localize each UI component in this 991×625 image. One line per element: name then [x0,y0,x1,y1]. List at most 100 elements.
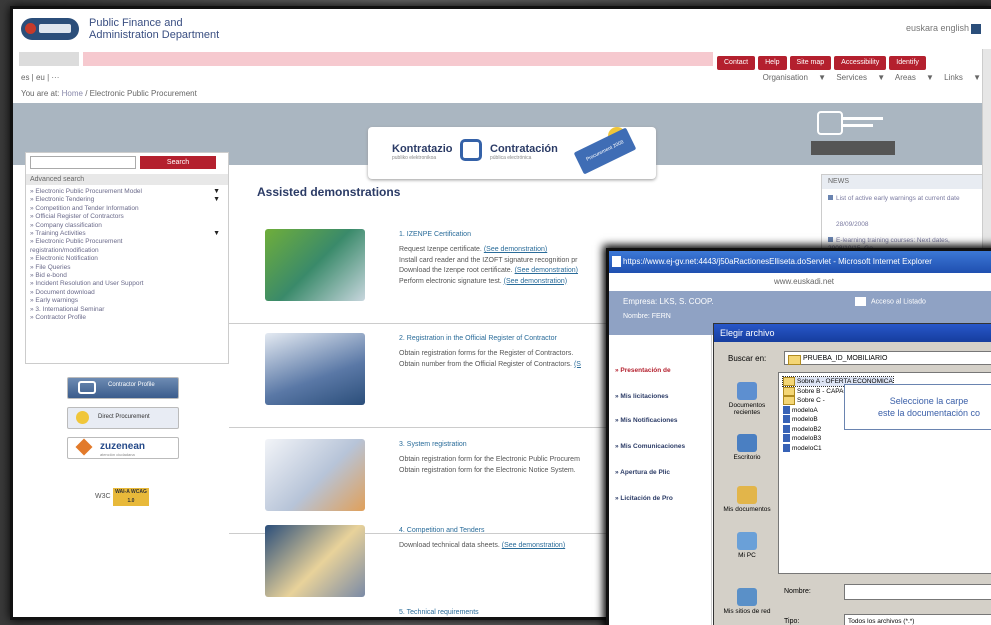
sidebar-item[interactable]: » File Queries [30,264,224,272]
demo-link[interactable]: (See demonstration) [502,542,565,549]
section-menus[interactable]: Organisation ▼ Services ▼ Areas ▼ Links … [763,73,981,82]
sidebar-search-button[interactable]: Search [140,156,216,169]
news-item-text[interactable]: List of active early warnings at current… [836,195,960,202]
file-name[interactable]: modeloB2 [792,426,821,433]
nav-button-accessibility[interactable]: Accessibility [834,56,887,70]
sidebar-item[interactable]: » Contractor Profile [30,314,224,322]
sidebar-item-label[interactable]: » Electronic Public Procurement Model [30,188,142,195]
demo-title[interactable]: 2. Registration in the Official Register… [399,335,557,342]
sidebar-item-label[interactable]: » Incident Resolution and User Support [30,280,143,287]
place-4[interactable]: Mis sitios de red [718,588,776,615]
sidebar-item[interactable]: » Electronic Tendering ▼ [30,196,224,204]
chevron-down-icon[interactable]: ▼ [213,188,220,196]
chevron-down-icon[interactable]: ▼ [213,230,220,238]
sidebar-item-label[interactable]: » Contractor Profile [30,314,86,321]
file-item[interactable]: modeloA [783,405,818,415]
sidebar-search-input[interactable] [30,156,136,169]
sidebar-item-label[interactable]: » Company classification [30,222,102,229]
sidebar-item-label[interactable]: » 3. International Seminar [30,306,104,313]
filetype-select[interactable]: Todos los archivos (*.*) [844,614,991,625]
place-2[interactable]: Mis documentos [718,486,776,513]
accessibility-badge[interactable]: W3C WAI-A WCAG 1.0 [95,487,151,507]
sidebar-item-label[interactable]: » Document download [30,289,95,296]
file-item[interactable]: modeloB2 [783,424,821,434]
sidebar-item[interactable]: » Training Activities ▼ [30,230,224,238]
demo-link[interactable]: (See demonstration) [504,278,567,285]
popup-titlebar[interactable]: https://www.ej-gv.net:4443/j50aRactiones… [609,251,991,273]
popup-menu-item[interactable]: » Apertura de Plic [615,469,670,476]
breadcrumb-home-link[interactable]: Home [62,89,83,98]
sidebar-item[interactable]: » Incident Resolution and User Support [30,280,224,288]
sidebar-item[interactable]: » Company classification [30,222,224,230]
sidebar-item[interactable]: » Official Register of Contractors [30,213,224,221]
place-label[interactable]: Mis documentos [723,506,770,513]
file-item[interactable]: Sobre C - [783,396,825,405]
sidebar-item[interactable]: » Bid e-bond [30,272,224,280]
demo-title[interactable]: 5. Technical requirements [399,609,479,616]
file-item[interactable]: modeloC1 [783,443,822,453]
sidebar-item-label[interactable]: » Official Register of Contractors [30,213,124,220]
government-logo[interactable] [21,18,79,40]
popup-menu-item[interactable]: » Mis Comunicaciones [615,443,685,450]
contractor-profile-promo[interactable]: Contractor Profile [67,377,179,399]
sidebar-item-label[interactable]: registration/modification [30,247,99,254]
language-links[interactable]: euskara english [906,23,981,34]
file-name[interactable]: modeloA [792,407,818,414]
place-0[interactable]: Documentos recientes [718,382,776,416]
sidebar-item[interactable]: registration/modification [30,247,224,255]
popup-menu-item[interactable]: » Presentación de [615,367,671,374]
sidebar-item-label[interactable]: » Electronic Tendering [30,196,94,203]
place-1[interactable]: Escritorio [718,434,776,461]
sidebar-item-label[interactable]: » Bid e-bond [30,272,67,279]
sidebar-item[interactable]: » Competition and Tender Information [30,205,224,213]
place-label[interactable]: Escritorio [733,454,760,461]
file-name[interactable]: modeloB3 [792,435,821,442]
file-name[interactable]: Sobre C - [797,397,825,404]
news-item[interactable]: List of active early warnings at current… [828,195,978,203]
sidebar-item-label[interactable]: » Competition and Tender Information [30,205,139,212]
language-switch[interactable]: es | eu | ··· [21,73,59,82]
demo-link[interactable]: (See demonstration) [515,267,578,274]
popup-menu-item[interactable]: » Mis Notificaciones [615,417,678,424]
file-item[interactable]: modeloB3 [783,434,821,443]
nav-button-contact[interactable]: Contact [717,56,756,70]
sidebar-item[interactable]: » 3. International Seminar [30,306,224,314]
look-in-select[interactable]: PRUEBA_ID_MOBILIARIO [784,351,991,365]
file-name[interactable]: modeloB [792,416,818,423]
sidebar-item-label[interactable]: » File Queries [30,264,70,271]
place-label[interactable]: Mi PC [738,552,756,559]
popup-site-link[interactable]: www.euskadi.net [609,273,991,291]
demo-title[interactable]: 1. IZENPE Certification [399,231,471,238]
place-label[interactable]: Documentos recientes [729,402,766,416]
sidebar-item[interactable]: » Document download [30,289,224,297]
place-label[interactable]: Mis sitios de red [724,608,771,615]
popup-menu-item[interactable]: » Licitación de Pro [615,495,673,502]
sidebar-item-label[interactable]: » Electronic Public Procurement [30,238,123,245]
zuzenean-promo[interactable]: zuzenean atención ciudadana [67,437,179,459]
demo-link[interactable]: (See demonstration) [484,246,547,253]
nav-button-site-map[interactable]: Site map [789,56,832,70]
dialog-titlebar[interactable]: Elegir archivo [714,324,991,342]
sidebar-item[interactable]: » Early warnings [30,297,224,305]
sidebar-item-label[interactable]: » Electronic Notification [30,255,98,262]
file-item[interactable]: modeloB [783,415,818,424]
sidebar-item[interactable]: » Electronic Public Procurement Model ▼ [30,188,224,196]
advanced-search-link[interactable]: Advanced search [26,174,228,185]
quick-search-field[interactable] [19,52,79,66]
exit-link[interactable]: Acceso al Listado [855,297,926,306]
language-links-text[interactable]: euskara english [906,23,969,33]
demo-title[interactable]: 4. Competition and Tenders [399,527,484,534]
sidebar-item-label[interactable]: » Training Activities [30,230,86,237]
file-name[interactable]: modeloC1 [792,445,822,452]
sidebar-item[interactable]: » Electronic Public Procurement [30,238,224,246]
direct-procurement-promo[interactable]: Direct Procurement [67,407,179,429]
demo-title[interactable]: 3. System registration [399,441,467,448]
sidebar-item[interactable]: » Electronic Notification [30,255,224,263]
nav-button-identify[interactable]: Identify [889,56,926,70]
exit-label[interactable]: Acceso al Listado [871,298,926,305]
demo-link[interactable]: (S [574,361,581,368]
popup-menu-item[interactable]: » Mis licitaciones [615,393,668,400]
sidebar-item-label[interactable]: » Early warnings [30,297,78,304]
nav-button-help[interactable]: Help [758,56,787,70]
chevron-down-icon[interactable]: ▼ [213,196,220,204]
